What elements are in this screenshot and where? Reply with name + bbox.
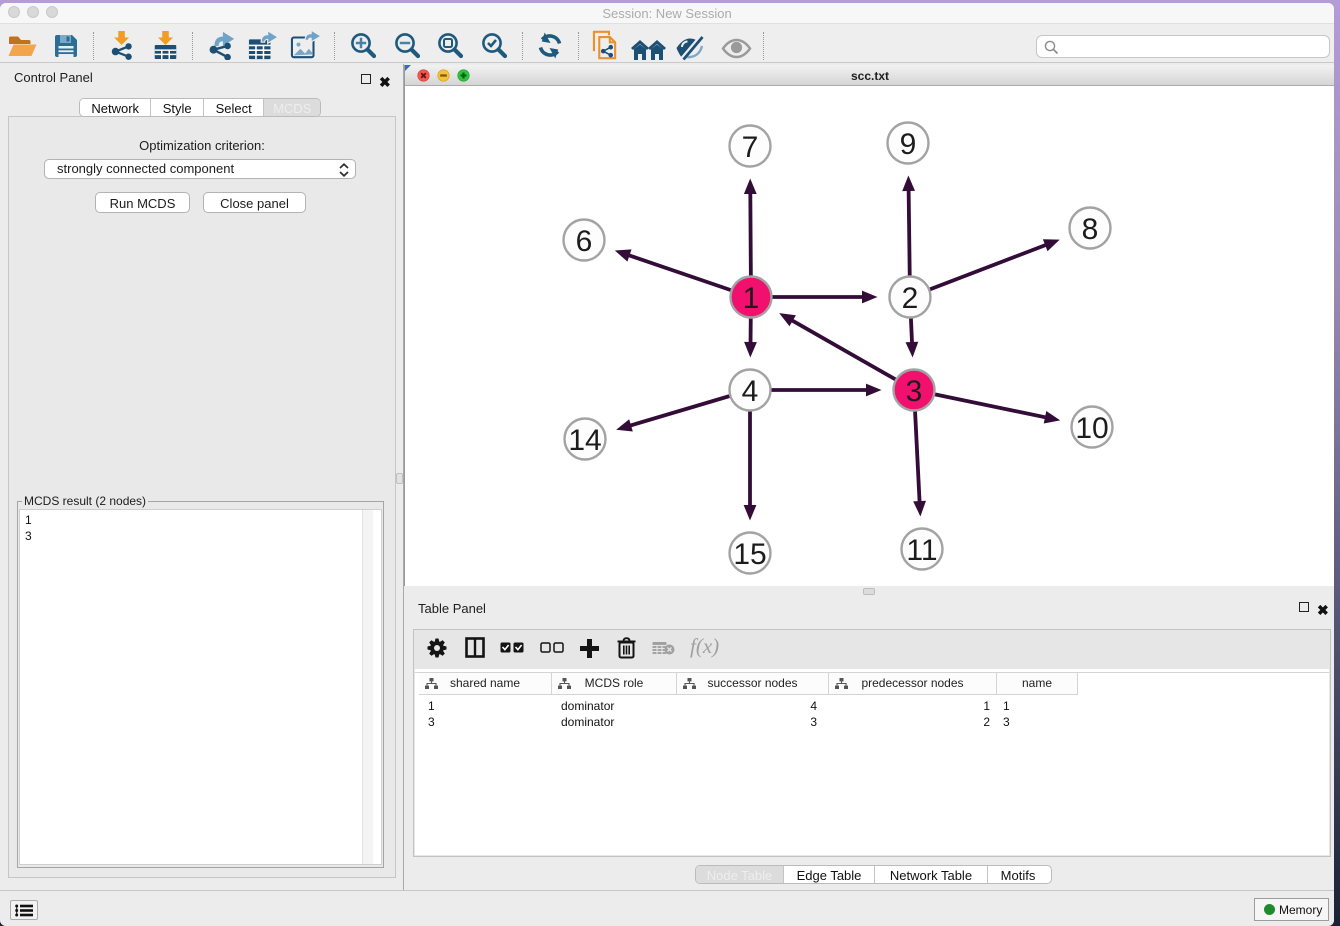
svg-text:2: 2 bbox=[902, 282, 919, 315]
svg-text:9: 9 bbox=[900, 128, 917, 161]
svg-text:15: 15 bbox=[733, 538, 766, 571]
svg-text:6: 6 bbox=[576, 225, 593, 258]
svg-text:3: 3 bbox=[906, 375, 923, 408]
svg-text:4: 4 bbox=[742, 375, 759, 408]
svg-text:14: 14 bbox=[568, 424, 601, 457]
svg-text:8: 8 bbox=[1082, 213, 1099, 246]
svg-text:1: 1 bbox=[743, 282, 760, 315]
svg-text:7: 7 bbox=[742, 131, 759, 164]
svg-text:10: 10 bbox=[1075, 412, 1108, 445]
svg-text:11: 11 bbox=[906, 534, 937, 567]
